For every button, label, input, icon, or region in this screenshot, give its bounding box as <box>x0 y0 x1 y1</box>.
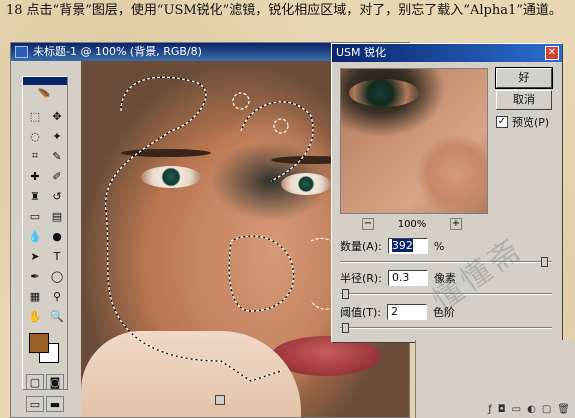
adjustment-layer-icon[interactable]: ◐ <box>527 404 536 418</box>
new-set-icon[interactable]: ▭ <box>512 404 521 418</box>
lasso-tool-icon[interactable]: ◌ <box>25 127 45 145</box>
toolbox: 🪶 ⬚ ✥ ◌ ✦ ⌗ ✎ ✚ ✐ ♜ ↺ ▭ ▤ 💧 ● ➤ T ✒ ◯ ▦ … <box>22 76 68 412</box>
zoom-in-button[interactable]: + <box>450 218 462 230</box>
clone-stamp-tool-icon[interactable]: ♜ <box>25 187 45 205</box>
new-layer-icon[interactable]: ▢ <box>542 404 551 418</box>
cancel-button[interactable]: 取消 <box>496 90 552 110</box>
preview-eye <box>349 79 419 107</box>
screen-mode-full-icon[interactable]: ▬ <box>46 396 64 412</box>
gradient-tool-icon[interactable]: ▤ <box>47 207 67 225</box>
shape-tool-icon[interactable]: ◯ <box>47 267 67 285</box>
layer-mask-icon[interactable]: ◘ <box>498 404 506 418</box>
path-select-tool-icon[interactable]: ➤ <box>25 247 45 265</box>
amount-unit: % <box>433 239 445 253</box>
threshold-slider-thumb[interactable] <box>342 323 349 333</box>
screen-mode-standard-icon[interactable]: ▭ <box>26 396 44 412</box>
screen-mode-row: ▭ ▬ <box>23 393 67 415</box>
blur-tool-icon[interactable]: 💧 <box>25 227 45 245</box>
close-icon[interactable]: ✕ <box>545 46 559 60</box>
slice-tool-icon[interactable]: ✎ <box>47 147 67 165</box>
amount-label: 数量(A): <box>340 240 382 253</box>
notes-tool-icon[interactable]: ▦ <box>25 287 45 305</box>
mask-mode-row: ▢ ◙ <box>23 371 67 393</box>
feather-logo-icon[interactable]: 🪶 <box>23 85 67 105</box>
preview-checkbox-label: 预览(P) <box>512 116 550 129</box>
pen-tool-icon[interactable]: ✒ <box>25 267 45 285</box>
dialog-title: USM 锐化 <box>336 46 387 59</box>
amount-slider-thumb[interactable] <box>541 257 548 267</box>
canvas-resize-handle-icon[interactable] <box>215 395 225 405</box>
crop-tool-icon[interactable]: ⌗ <box>25 147 45 165</box>
zoom-tool-icon[interactable]: 🔍 <box>47 307 67 325</box>
document-title: 未标题-1 @ 100% (背景, RGB/8) <box>33 45 202 58</box>
amount-input[interactable]: 392 <box>387 238 428 254</box>
photoshop-document-icon <box>15 46 28 58</box>
toolbox-titlebar[interactable] <box>23 77 67 85</box>
trash-icon[interactable]: 🗑 <box>557 404 570 418</box>
marquee-tool-icon[interactable]: ⬚ <box>25 107 45 125</box>
healing-brush-tool-icon[interactable]: ✚ <box>25 167 45 185</box>
tool-grid: ⬚ ✥ ◌ ✦ ⌗ ✎ ✚ ✐ ♜ ↺ ▭ ▤ 💧 ● ➤ T ✒ ◯ ▦ ⚲ … <box>23 105 67 327</box>
history-brush-tool-icon[interactable]: ↺ <box>47 187 67 205</box>
preview-zoom-row: − 100% + <box>362 218 462 230</box>
magic-wand-tool-icon[interactable]: ✦ <box>47 127 67 145</box>
threshold-label: 阈值(T): <box>340 306 382 319</box>
hand-tool-icon[interactable]: ✋ <box>25 307 45 325</box>
quick-mask-mode-icon[interactable]: ◙ <box>46 374 64 390</box>
foreground-color-swatch[interactable] <box>29 333 49 353</box>
move-tool-icon[interactable]: ✥ <box>47 107 67 125</box>
caption-text: 点击“背景”图层，使用“USM锐化”滤镜，锐化相应区域，对了，别忘了载入“Alp… <box>26 3 562 18</box>
layer-style-icon[interactable]: ƒ <box>488 404 492 418</box>
checkmark-icon[interactable]: ✓ <box>496 116 508 128</box>
zoom-out-button[interactable]: − <box>362 218 374 230</box>
color-swatches <box>25 331 65 367</box>
filter-preview[interactable] <box>340 68 488 214</box>
step-number: 18 <box>6 3 23 18</box>
brush-tool-icon[interactable]: ✐ <box>47 167 67 185</box>
amount-value: 392 <box>391 239 413 252</box>
type-tool-icon[interactable]: T <box>47 247 67 265</box>
dodge-tool-icon[interactable]: ● <box>47 227 67 245</box>
eraser-tool-icon[interactable]: ▭ <box>25 207 45 225</box>
eyedropper-tool-icon[interactable]: ⚲ <box>47 287 67 305</box>
zoom-level: 100% <box>397 218 427 230</box>
preview-checkbox[interactable]: ✓ 预览(P) <box>496 114 549 130</box>
ok-button[interactable]: 好 <box>495 67 553 89</box>
radius-slider-thumb[interactable] <box>342 289 349 299</box>
tutorial-caption: 18 点击“背景”图层，使用“USM锐化”滤镜，锐化相应区域，对了，别忘了载入“A… <box>6 2 571 20</box>
standard-mode-icon[interactable]: ▢ <box>26 374 44 390</box>
layers-panel-footer: ƒ ◘ ▭ ◐ ▢ 🗑 <box>416 404 575 418</box>
threshold-slider-track <box>340 327 552 329</box>
threshold-slider[interactable] <box>340 323 552 333</box>
amount-row: 数量(A): 392 % <box>340 238 444 254</box>
dialog-titlebar[interactable]: USM 锐化 ✕ <box>332 44 562 62</box>
radius-label: 半径(R): <box>340 272 382 285</box>
layers-panel: ƒ ◘ ▭ ◐ ▢ 🗑 <box>415 340 575 418</box>
threshold-input[interactable]: 2 <box>387 304 428 320</box>
